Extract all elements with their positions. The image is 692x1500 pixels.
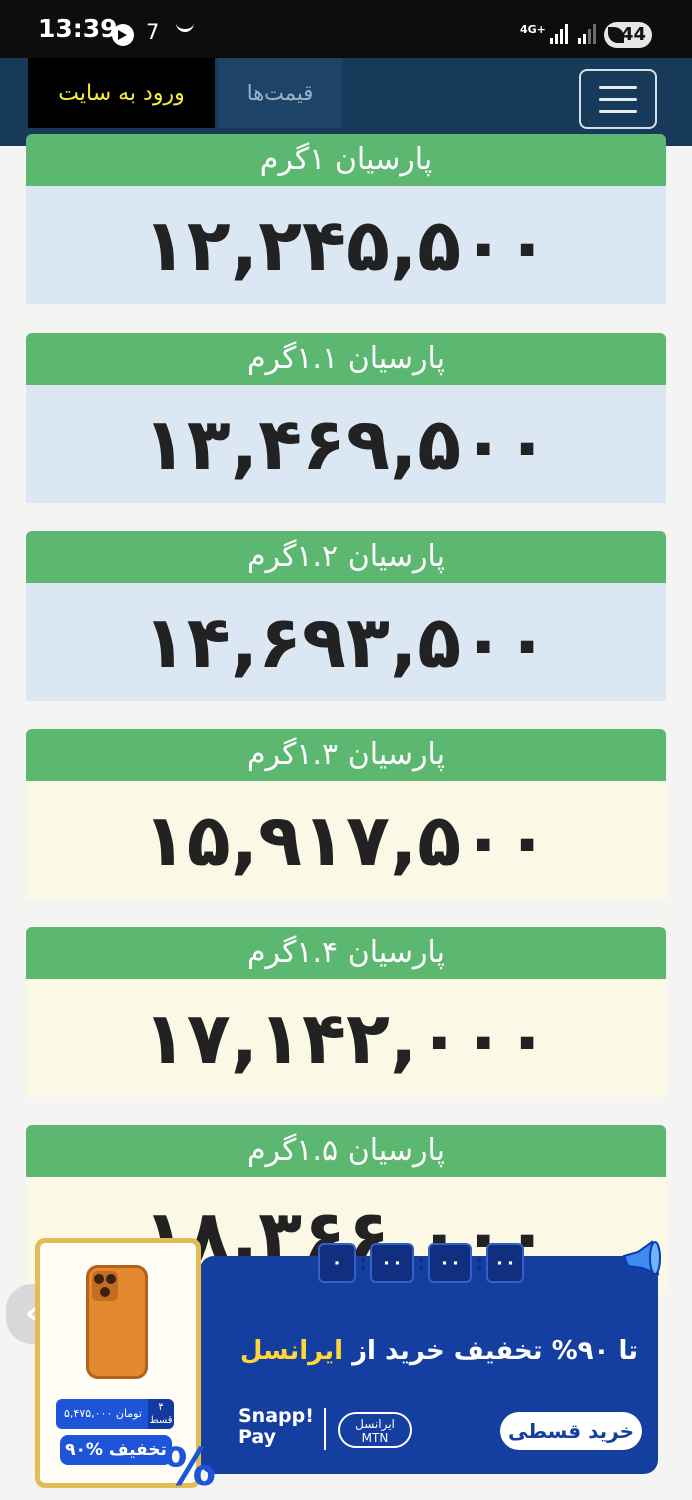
installments-label: قسط <box>149 1415 173 1426</box>
price-card: پارسیان ۱.۳گرم ۱۵,۹۱۷,۵۰۰ <box>26 729 666 899</box>
product-price: ۵,۴۷۵,۰۰۰ تومان <box>64 1407 142 1420</box>
signal-icon <box>550 24 570 44</box>
ad-title: تا ۹۰% تخفیف خرید از ایرانسل <box>240 1336 638 1366</box>
menu-toggle-button[interactable] <box>579 69 657 129</box>
battery-level: 44 <box>620 24 646 45</box>
timer-separator: : <box>474 1250 484 1276</box>
card-price: ۱۵,۹۱۷,۵۰۰ <box>26 781 666 899</box>
notification-count: 7 <box>146 20 160 44</box>
megaphone-icon <box>622 1240 661 1276</box>
card-title: پارسیان ۱.۲گرم <box>26 531 666 583</box>
ad-banner[interactable]: تا ۹۰% تخفیف خرید از ایرانسل Snapp! Pay … <box>200 1256 658 1474</box>
card-title: پارسیان ۱.۴گرم <box>26 927 666 979</box>
prices-link[interactable]: قیمت‌ها <box>218 58 342 128</box>
navigation-icon <box>112 24 134 46</box>
phone-camera <box>92 1271 118 1301</box>
price-card: پارسیان ۱.۲گرم ۱۴,۶۹۳,۵۰۰ <box>26 531 666 701</box>
percent-badge-icon: % <box>164 1438 217 1498</box>
installments-badge: ۴ قسط <box>148 1399 174 1429</box>
irancell-logo-line1: ایرانسل <box>355 1417 395 1431</box>
timer-seconds: ۰ <box>318 1243 356 1283</box>
irancell-logo-line2: MTN <box>361 1431 389 1445</box>
discount-tag: ۹۰% تخفیف <box>60 1435 172 1465</box>
login-link[interactable]: ورود به سایت <box>28 58 215 128</box>
timer-separator: : <box>416 1250 426 1276</box>
card-price: ۱۷,۱۴۲,۰۰۰ <box>26 979 666 1097</box>
price-card: پارسیان ۱گرم ۱۲,۲۴۵,۵۰۰ <box>26 134 666 304</box>
clock: 13:39 <box>38 14 118 43</box>
installment-buy-button[interactable]: خرید قسطی <box>500 1412 642 1450</box>
card-title: پارسیان ۱.۳گرم <box>26 729 666 781</box>
snapp-pay-line1: Snapp! <box>238 1405 314 1427</box>
countdown-timer: ۰ : ۰۰ : ۰۰ : ۰۰ <box>318 1243 524 1283</box>
card-title: پارسیان ۱.۱گرم <box>26 333 666 385</box>
ad-divider <box>324 1408 326 1450</box>
price-card: پارسیان ۱.۱گرم ۱۳,۴۶۹,۵۰۰ <box>26 333 666 503</box>
hamburger-line <box>599 86 637 89</box>
status-bar: 13:39 7 4G+ 44 <box>0 0 692 58</box>
card-price: ۱۴,۶۹۳,۵۰۰ <box>26 583 666 701</box>
ad-title-text: تا ۹۰% تخفیف خرید از <box>352 1336 638 1366</box>
card-price: ۱۳,۴۶۹,۵۰۰ <box>26 385 666 503</box>
product-price-tag: ۵,۴۷۵,۰۰۰ تومان ۴ قسط <box>56 1399 174 1429</box>
price-card: پارسیان ۱.۴گرم ۱۷,۱۴۲,۰۰۰ <box>26 927 666 1097</box>
battery-indicator: 44 <box>604 22 652 48</box>
card-title: پارسیان ۱گرم <box>26 134 666 186</box>
irancell-logo: ایرانسل MTN <box>338 1412 412 1448</box>
snapp-pay-line2: Pay <box>238 1426 277 1448</box>
ad-brand: ایرانسل <box>239 1336 344 1366</box>
timer-days: ۰۰ <box>486 1243 524 1283</box>
hamburger-line <box>599 98 637 101</box>
card-title: پارسیان ۱.۵گرم <box>26 1125 666 1177</box>
hamburger-line <box>599 110 637 113</box>
snapp-pay-logo: Snapp! Pay <box>238 1406 314 1448</box>
network-type: 4G+ <box>520 23 546 36</box>
timer-minutes: ۰۰ <box>370 1243 414 1283</box>
phone-image <box>86 1265 148 1379</box>
installments-count: ۴ <box>158 1402 164 1413</box>
timer-hours: ۰۰ <box>428 1243 472 1283</box>
timer-separator: : <box>358 1250 368 1276</box>
site-navbar: ورود به سایت قیمت‌ها <box>0 58 692 146</box>
card-price: ۱۲,۲۴۵,۵۰۰ <box>26 186 666 304</box>
app-notification-icon <box>176 22 194 32</box>
signal-icon-2 <box>578 24 598 44</box>
